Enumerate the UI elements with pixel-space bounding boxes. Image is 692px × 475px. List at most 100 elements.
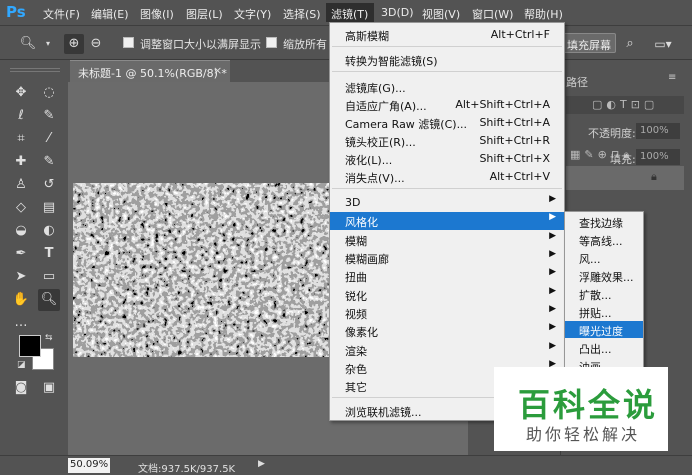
resize-windows-checkbox[interactable] [123,37,134,48]
watermark-subtitle: 助你轻松解决 [526,425,641,444]
submenu-item-find-edges[interactable]: 查找边缘 [565,213,643,230]
document-size-info: 文档:937.5K/937.5K [138,464,236,475]
document-tab[interactable]: 未标题-1 @ 50.1%(RGB/8) * [70,60,230,82]
screen-mode-icon[interactable]: ▣ [38,377,60,399]
zoom-tool-icon[interactable]: 🔍︎ [38,289,60,311]
menu-item-camera-raw[interactable]: Camera Raw 滤镜(C)... Shift+Ctrl+A [330,114,564,132]
menu-item-vanishing-point[interactable]: 消失点(V)... Alt+Ctrl+V [330,168,564,186]
dodge-tool-icon[interactable]: ◐ [38,220,60,242]
layer-lock-icon: 🔒︎ [651,170,657,183]
submenu-arrow-icon: ▶ [549,249,556,259]
submenu-arrow-icon: ▶ [549,194,556,204]
zoom-tool-preset-icon[interactable]: 🔍︎ [18,34,38,54]
quick-mask-icon[interactable]: ◙ [10,377,32,399]
fill-label: 填充: [610,153,636,166]
opacity-field[interactable]: 100% [636,123,680,139]
menu-item-lens-correction[interactable]: 镜头校正(R)... Shift+Ctrl+R [330,132,564,150]
status-arrow-icon[interactable]: ▶ [258,459,265,469]
submenu-item-contour[interactable]: 等高线... [565,231,643,248]
noise-canvas-image [73,183,333,357]
menu-item-video[interactable]: 视频 ▶ [330,304,564,322]
photoshop-logo: Ps [6,3,26,21]
watermark-title: 百科全说 [518,386,659,424]
menu-file[interactable]: 文件(F) [43,6,80,22]
menu-select[interactable]: 选择(S) [283,6,321,22]
resize-windows-label: 调整窗口大小以满屏显示 [140,38,261,51]
menu-item-blur-gallery[interactable]: 模糊画廊 ▶ [330,249,564,267]
menu-filter[interactable]: 滤镜(T) [331,6,368,22]
foreground-color-swatch-top [19,335,41,357]
panel-tab-paths[interactable]: 路径 [566,74,588,90]
submenu-arrow-icon: ▶ [549,304,556,314]
menu-help[interactable]: 帮助(H) [524,6,563,22]
layer-filter-icons[interactable]: ▢◐T⊡▢ [592,98,658,111]
menu-view[interactable]: 视图(V) [422,6,460,22]
swap-colors-icon[interactable]: ⇆ [45,333,53,343]
layer-row-background[interactable] [566,166,684,190]
toolbar-grip[interactable] [10,68,60,72]
menu-item-sharpen[interactable]: 锐化 ▶ [330,286,564,304]
zoom-in-icon[interactable]: ⊕ [64,34,84,54]
quick-selection-icon[interactable]: ✎ [38,105,60,127]
healing-brush-icon[interactable]: ✚ [10,151,32,173]
menu-item-3d[interactable]: 3D ▶ [330,194,564,212]
pen-tool-icon[interactable]: ✒ [10,243,32,265]
gradient-tool-icon[interactable]: ▤ [38,197,60,219]
type-tool-icon[interactable]: T [38,243,60,265]
zoom-all-checkbox[interactable] [266,37,277,48]
chevron-down-icon[interactable]: ▾ [38,34,58,54]
menu-item-blur[interactable]: 模糊 ▶ [330,231,564,249]
zoom-out-icon[interactable]: ⊖ [86,34,106,54]
eyedropper-icon[interactable]: ⁄ [38,128,60,150]
menu-separator [332,188,562,189]
submenu-item-emboss[interactable]: 浮雕效果... [565,267,643,284]
menu-item-stylize[interactable]: 风格化 ▶ [330,212,564,230]
menu-item-distort[interactable]: 扭曲 ▶ [330,267,564,285]
menu-3d[interactable]: 3D(D) [381,6,414,19]
menu-item-pixelate[interactable]: 像素化 ▶ [330,322,564,340]
rectangle-tool-icon[interactable]: ▭ [38,266,60,288]
menu-separator [332,71,562,72]
menu-item-adaptive-wide-angle[interactable]: 自适应广角(A)... Alt+Shift+Ctrl+A [330,96,564,114]
default-colors-icon[interactable]: ◪ [17,360,26,370]
path-selection-icon[interactable]: ➤ [10,266,32,288]
zoom-level-field[interactable]: 50.09% [68,458,110,473]
lasso-tool-icon[interactable]: ℓ [10,105,32,127]
stylize-submenu: 查找边缘 等高线... 风... 浮雕效果... 扩散... 拼贴... 曝光过… [564,211,644,374]
submenu-item-extrude[interactable]: 凸出... [565,339,643,356]
move-tool-icon[interactable]: ✥ [10,82,32,104]
submenu-item-tiles[interactable]: 拼贴... [565,303,643,320]
fill-screen-button[interactable]: 填充屏幕 [560,33,616,53]
menu-layer[interactable]: 图层(L) [186,6,223,22]
menu-item-convert-smart-filter[interactable]: 转换为智能滤镜(S) [330,51,564,69]
blur-tool-icon[interactable]: ◒ [10,220,32,242]
fill-field[interactable]: 100% [636,149,680,165]
brush-tool-icon[interactable]: ✎ [38,151,60,173]
menu-item-render[interactable]: 渲染 ▶ [330,341,564,359]
panel-menu-icon[interactable]: ≡ [668,72,676,83]
close-tab-icon[interactable]: × [213,64,222,77]
menu-item-liquify[interactable]: 液化(L)... Shift+Ctrl+X [330,150,564,168]
submenu-arrow-icon: ▶ [549,212,556,222]
crop-tool-icon[interactable]: ⌗ [10,128,32,150]
elliptical-marquee-icon[interactable]: ◌ [38,82,60,104]
opacity-label: 不透明度: [588,127,636,140]
workspace-icon[interactable]: ▭▾ [650,34,676,54]
menu-item-gaussian-blur[interactable]: 高斯模糊 Alt+Ctrl+F [330,26,564,44]
menu-item-filter-gallery[interactable]: 滤镜库(G)... [330,78,564,96]
search-icon[interactable]: ⌕ [620,34,640,54]
submenu-arrow-icon: ▶ [549,341,556,351]
edit-toolbar-icon[interactable]: … [10,312,32,334]
history-brush-icon[interactable]: ↺ [38,174,60,196]
menu-window[interactable]: 窗口(W) [472,6,513,22]
menu-image[interactable]: 图像(I) [140,6,174,22]
menu-type[interactable]: 文字(Y) [234,6,271,22]
submenu-arrow-icon: ▶ [549,267,556,277]
submenu-item-wind[interactable]: 风... [565,249,643,266]
eraser-tool-icon[interactable]: ◇ [10,197,32,219]
submenu-item-diffuse[interactable]: 扩散... [565,285,643,302]
menu-edit[interactable]: 编辑(E) [91,6,129,22]
hand-tool-icon[interactable]: ✋ [10,289,32,311]
submenu-item-solarize[interactable]: 曝光过度 [565,321,643,338]
clone-stamp-icon[interactable]: ♙ [10,174,32,196]
